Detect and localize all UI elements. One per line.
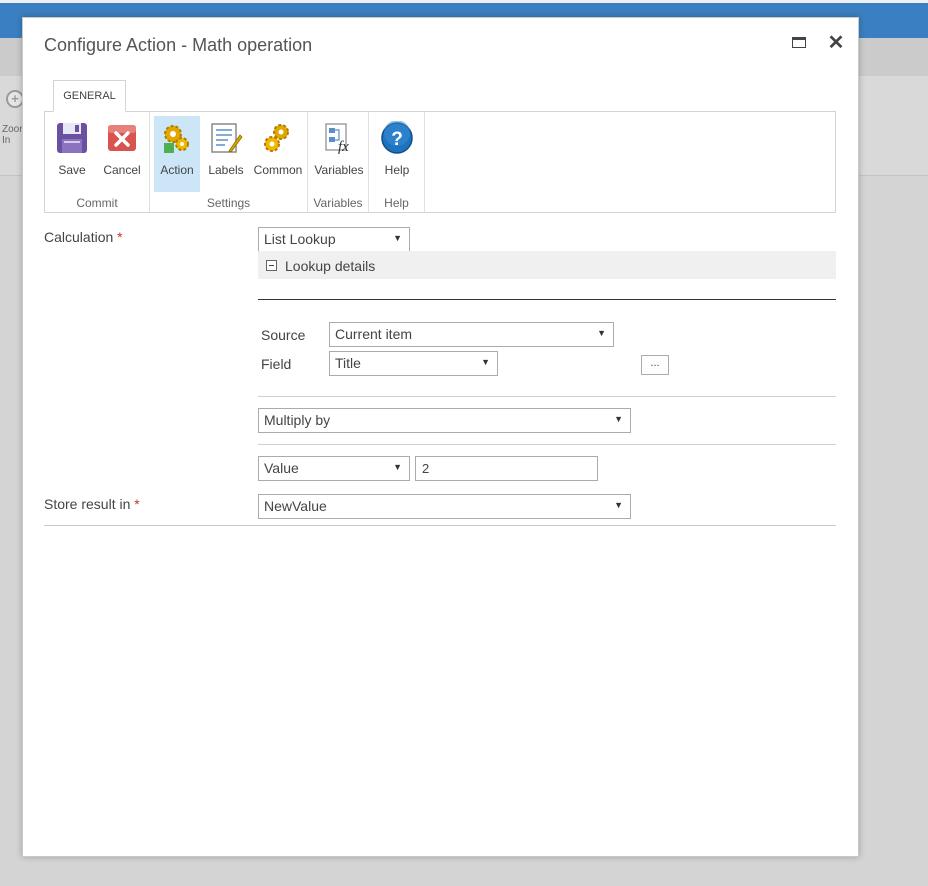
lookup-details-title: Lookup details: [285, 258, 376, 274]
store-result-value: NewValue: [264, 498, 327, 514]
chevron-down-icon: ▼: [614, 414, 623, 424]
field-label: Field: [261, 356, 292, 372]
tab-general[interactable]: GENERAL: [53, 80, 126, 112]
field-select-value: Title: [335, 355, 361, 371]
form-bottom-divider: [44, 525, 836, 526]
common-gears-icon: [264, 124, 289, 152]
cancel-button[interactable]: Cancel: [99, 116, 145, 192]
svg-text:?: ?: [391, 129, 403, 150]
divider: [258, 396, 836, 397]
operation-select-value: Multiply by: [264, 412, 331, 428]
help-icon: ?: [381, 121, 413, 154]
source-select[interactable]: Current item ▼: [329, 322, 614, 347]
action-label: Action: [160, 163, 194, 177]
maximize-icon: [792, 36, 806, 48]
cancel-label: Cancel: [103, 163, 141, 177]
save-icon: [57, 123, 87, 153]
store-result-select[interactable]: NewValue ▼: [258, 494, 631, 519]
calculation-select[interactable]: List Lookup ▼: [258, 227, 410, 252]
action-button[interactable]: Action: [154, 116, 200, 192]
calculation-select-value: List Lookup: [264, 231, 336, 247]
required-marker: *: [117, 229, 123, 245]
chevron-down-icon: ▼: [393, 233, 402, 243]
ribbon-group-label-commit: Commit: [76, 196, 118, 210]
ribbon-group-label-help: Help: [384, 196, 409, 210]
save-label: Save: [58, 163, 86, 177]
svg-text:fx: fx: [338, 139, 349, 155]
calculation-label-text: Calculation: [44, 229, 114, 245]
common-label: Common: [253, 163, 303, 177]
maximize-button[interactable]: [787, 30, 811, 54]
cancel-icon: [108, 125, 136, 151]
operation-select[interactable]: Multiply by ▼: [258, 408, 631, 433]
chevron-down-icon: ▼: [614, 500, 623, 510]
ribbon-group-commit: Save Cancel Commit: [45, 112, 150, 212]
close-button[interactable]: ✕: [824, 30, 848, 54]
labels-label: Labels: [208, 163, 244, 177]
divider: [258, 444, 836, 445]
field-picker-button[interactable]: ...: [641, 355, 669, 375]
labels-icon: [211, 123, 243, 153]
chevron-down-icon: ▼: [481, 357, 490, 367]
store-result-label-text: Store result in: [44, 496, 131, 512]
store-result-label: Store result in *: [44, 496, 140, 512]
calculation-label: Calculation *: [44, 229, 123, 245]
dialog-title: Configure Action - Math operation: [44, 35, 313, 55]
lookup-divider: [258, 299, 836, 300]
help-label: Help: [384, 163, 410, 177]
required-marker: *: [134, 496, 140, 512]
labels-button[interactable]: Labels: [204, 116, 248, 192]
zoom-in-label: Zoom In: [2, 124, 22, 146]
operand-type-value: Value: [264, 460, 299, 476]
configure-action-dialog: Configure Action - Math operation ✕ GENE…: [22, 17, 859, 857]
help-button[interactable]: ? Help: [375, 116, 419, 192]
ribbon-group-label-variables: Variables: [313, 196, 363, 210]
save-button[interactable]: Save: [51, 116, 93, 192]
source-label: Source: [261, 327, 306, 343]
ribbon-group-label-settings: Settings: [206, 196, 251, 210]
variables-label: Variables: [314, 163, 364, 177]
operand-value-input[interactable]: 2: [415, 456, 598, 481]
chevron-down-icon: ▼: [597, 328, 606, 338]
operand-type-select[interactable]: Value ▼: [258, 456, 410, 481]
ribbon: Save Cancel Commit Action Labels Common …: [44, 111, 836, 213]
variables-fx-icon: fx: [325, 123, 349, 155]
common-button[interactable]: Common: [252, 116, 304, 192]
collapse-icon[interactable]: [266, 260, 277, 271]
field-select[interactable]: Title ▼: [329, 351, 498, 376]
source-select-value: Current item: [335, 326, 413, 342]
ribbon-group-variables: fx Variables Variables: [308, 112, 369, 212]
ribbon-group-settings: Action Labels Common Settings: [150, 112, 308, 212]
ribbon-group-help: ? Help Help: [369, 112, 425, 212]
action-gears-icon: [164, 125, 189, 153]
close-icon: ✕: [827, 31, 845, 54]
chevron-down-icon: ▼: [393, 462, 402, 472]
variables-button[interactable]: fx Variables: [313, 116, 365, 192]
